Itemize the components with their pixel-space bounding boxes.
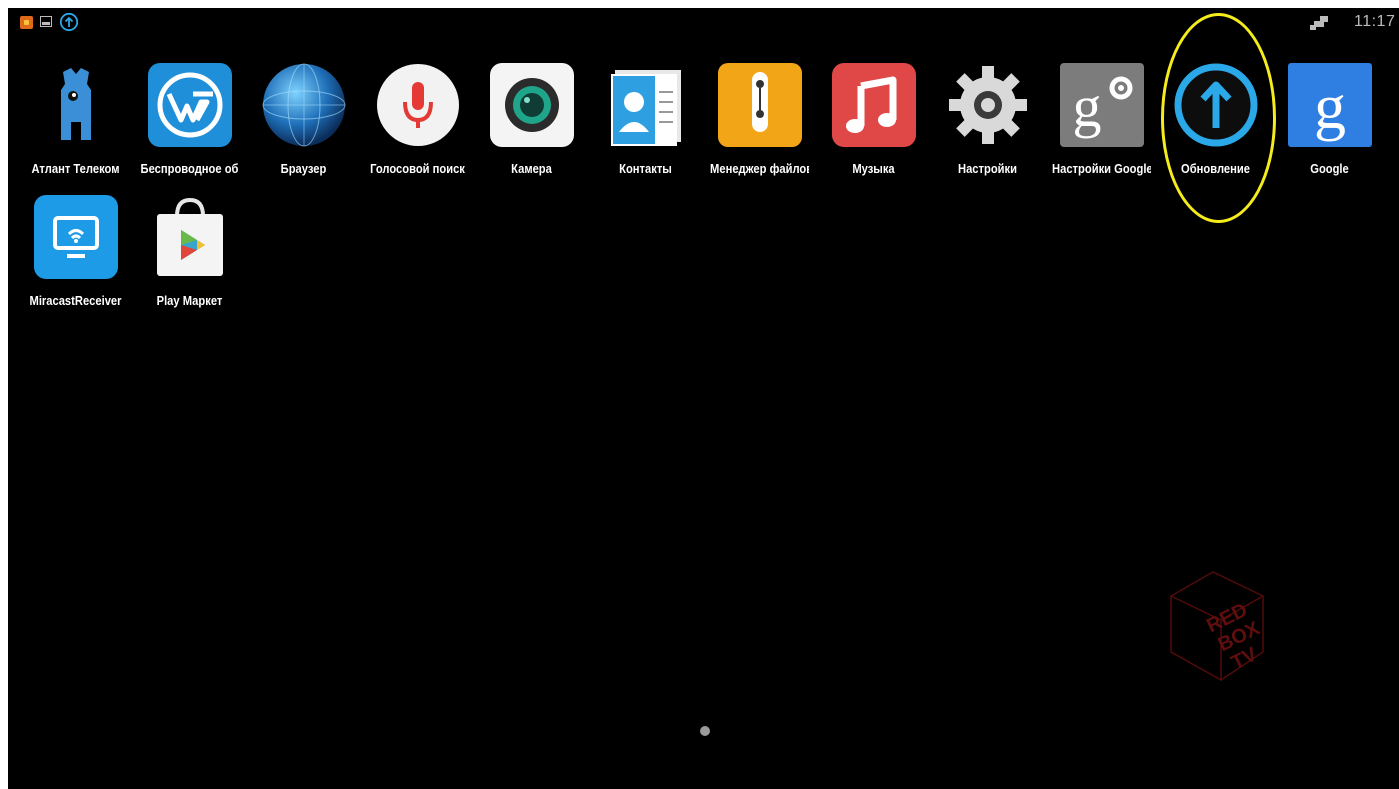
app-file-manager[interactable]: Менеджер файлов	[702, 62, 817, 182]
svg-text:g: g	[1072, 74, 1101, 139]
clock: 11:17	[1354, 13, 1396, 30]
wireless-icon	[147, 63, 232, 147]
contacts-icon	[610, 70, 681, 146]
app-label: Контакты	[619, 161, 672, 176]
app-browser[interactable]: Браузер	[246, 62, 361, 182]
app-label: Настройки	[958, 161, 1017, 176]
app-label: Беспроводное об	[140, 161, 239, 176]
app-label: Менеджер файлов	[710, 161, 809, 176]
page-indicator-dot[interactable]	[700, 726, 710, 736]
app-label: Музыка	[852, 161, 895, 176]
app-camera[interactable]: Камера	[474, 62, 589, 182]
highlight-annotation	[1161, 13, 1276, 223]
app-notification-icon[interactable]	[20, 16, 33, 29]
app-label: Настройки Google	[1052, 161, 1151, 176]
gallery-icon[interactable]	[40, 16, 52, 27]
app-music[interactable]: Музыка	[816, 62, 931, 182]
app-miracast[interactable]: MiracastReceiver	[18, 194, 133, 314]
app-google[interactable]: g Google	[1272, 62, 1387, 182]
home-screen: 11:17 Атлант Телеком Беспроводное об Бра…	[8, 8, 1399, 789]
app-voice-search[interactable]: Голосовой поиск	[360, 62, 475, 182]
upload-icon[interactable]	[59, 12, 79, 32]
network-icon	[1310, 16, 1328, 30]
app-contacts[interactable]: Контакты	[588, 62, 703, 182]
app-label: MiracastReceiver	[29, 293, 122, 308]
app-label: Камера	[511, 161, 552, 176]
app-settings[interactable]: Настройки	[930, 62, 1045, 182]
redbox-watermark: RED BOX TV	[1169, 571, 1265, 682]
google-settings-icon: g	[1059, 63, 1144, 147]
app-play-market[interactable]: Play Маркет	[132, 194, 247, 314]
camera-icon	[489, 63, 574, 147]
music-note-icon	[831, 63, 916, 147]
svg-text:g: g	[1314, 71, 1346, 142]
play-store-icon	[156, 197, 223, 276]
atlant-telecom-icon	[60, 68, 91, 140]
file-manager-icon	[717, 63, 802, 147]
app-label: Голосовой поиск	[370, 161, 465, 176]
microphone-icon	[376, 64, 459, 146]
app-atlant-telecom[interactable]: Атлант Телеком	[18, 62, 133, 182]
miracast-icon	[33, 195, 118, 279]
gear-icon	[948, 66, 1027, 144]
google-icon: g	[1287, 63, 1372, 147]
app-label: Google	[1310, 161, 1349, 176]
app-label: Атлант Телеком	[31, 161, 120, 176]
app-label: Браузер	[280, 161, 327, 176]
app-label: Play Маркет	[156, 293, 223, 308]
app-wireless[interactable]: Беспроводное об	[132, 62, 247, 182]
app-google-settings[interactable]: g Настройки Google	[1044, 62, 1159, 182]
browser-globe-icon	[262, 63, 345, 147]
